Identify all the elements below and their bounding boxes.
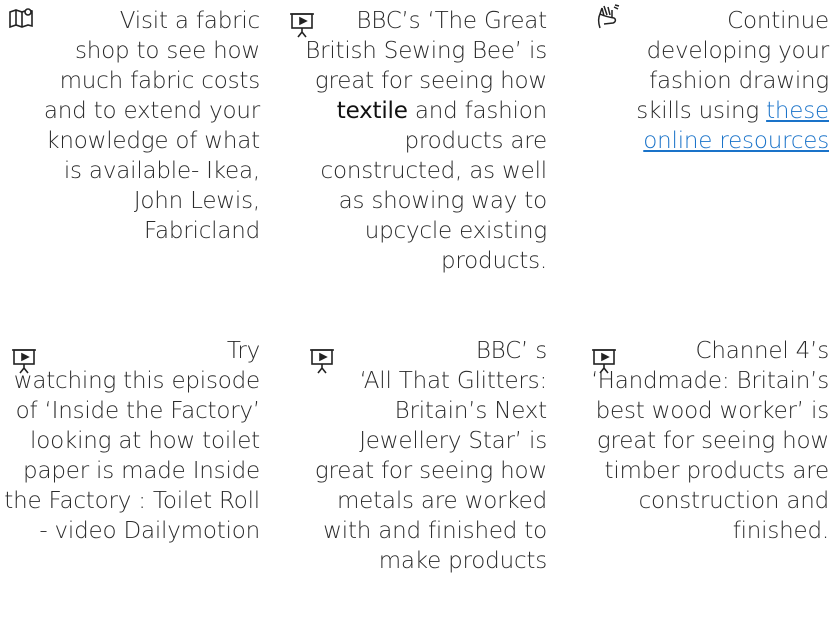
card-sewing-bee-text: BBC’s ‘The Great British Sewing Bee’ is …: [297, 6, 547, 276]
card-sewing-bee-text-part1: BBC’s ‘The Great British Sewing Bee’ is …: [305, 8, 547, 94]
card-fashion-drawing-text: Continue developing your fashion drawing…: [609, 6, 829, 156]
map-icon: [8, 6, 34, 32]
card-sewing-bee-text-part2: and fashion products are constructed, as…: [320, 98, 548, 274]
card-inside-factory-text: Try watching this episode of ‘Inside the…: [4, 338, 260, 544]
card-fabric-shop-text: Visit a fabric shop to see how much fabr…: [43, 8, 260, 244]
card-handmade-text: Channel 4’s ‘Handmade: Britain’s best wo…: [591, 338, 829, 544]
card-all-that-glitters-text: BBC’ s ‘All That Glitters: Britain’s Nex…: [314, 338, 547, 574]
textile-emphasis: textile: [336, 98, 408, 124]
